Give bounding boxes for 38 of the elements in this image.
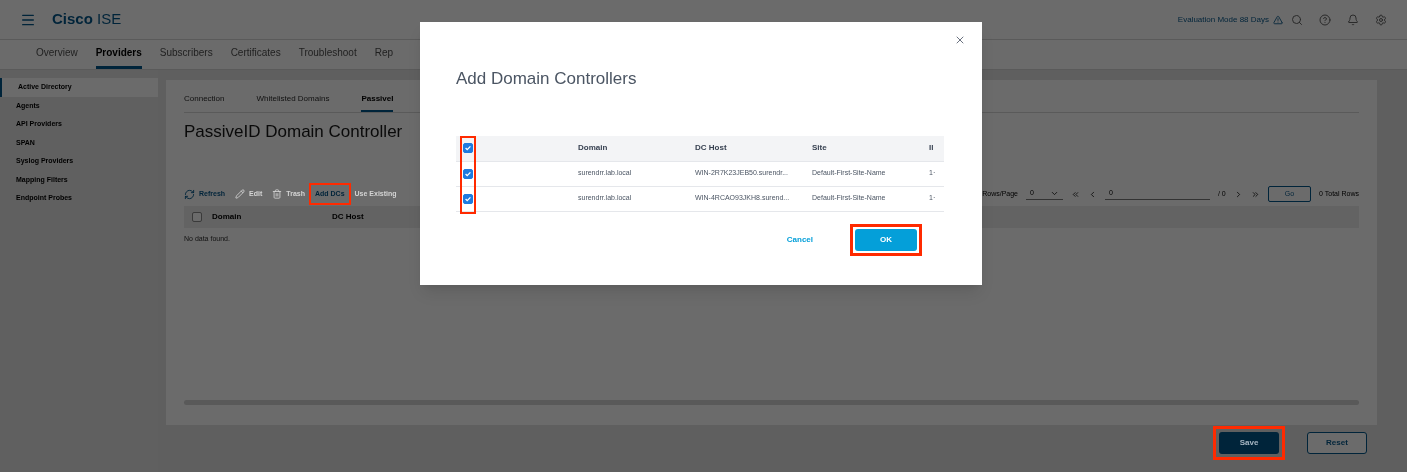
dialog-title: Add Domain Controllers	[456, 68, 637, 90]
app-logo: Cisco ISE	[52, 9, 122, 30]
page-title: PassiveID Domain Controller	[184, 121, 403, 143]
column-header: DC Host	[695, 142, 728, 154]
sub-tab[interactable]: Whitelisted Domains	[256, 88, 330, 112]
sub-tab[interactable]: Connection	[184, 88, 225, 112]
last-page-icon[interactable]	[1250, 189, 1260, 199]
ok-button[interactable]: OK	[855, 228, 917, 251]
first-page-icon[interactable]	[1070, 189, 1080, 199]
row-checkbox[interactable]	[463, 168, 473, 179]
reset-button[interactable]: Reset	[1307, 432, 1367, 454]
nav-tab[interactable]: Overview	[36, 45, 78, 69]
evaluation-link[interactable]: Evaluation Mode 88 Days	[1177, 13, 1269, 26]
chevron-down-icon	[1049, 189, 1059, 198]
column-header: Domain	[212, 210, 243, 223]
select-all-checkbox[interactable]	[463, 143, 473, 153]
help-icon[interactable]	[1319, 13, 1331, 26]
close-icon[interactable]	[954, 34, 966, 46]
select-all-checkbox[interactable]	[192, 211, 202, 222]
column-header: DC Host	[332, 210, 364, 223]
column-header: Site	[812, 142, 828, 154]
nav-tab[interactable]: Rep	[374, 45, 393, 69]
search-icon[interactable]	[1291, 13, 1303, 26]
nav-tab[interactable]: Subscribers	[159, 45, 213, 69]
refresh-icon	[184, 188, 195, 200]
settings-icon[interactable]	[1375, 13, 1387, 26]
column-header: Domain	[578, 142, 609, 154]
nav-tab[interactable]: Certificates	[230, 45, 281, 69]
column-header: Il	[929, 142, 934, 154]
notification-icon[interactable]	[1347, 13, 1359, 26]
sub-tab[interactable]: PassiveI	[361, 88, 394, 112]
nav-tab[interactable]: Troubleshoot	[298, 45, 357, 69]
cancel-button[interactable]: Cancel	[778, 228, 821, 251]
warning-icon[interactable]	[1273, 14, 1283, 25]
save-button[interactable]: Save	[1219, 432, 1279, 454]
pencil-icon	[235, 189, 246, 199]
trash-icon	[272, 189, 283, 199]
row-checkbox[interactable]	[463, 193, 473, 204]
